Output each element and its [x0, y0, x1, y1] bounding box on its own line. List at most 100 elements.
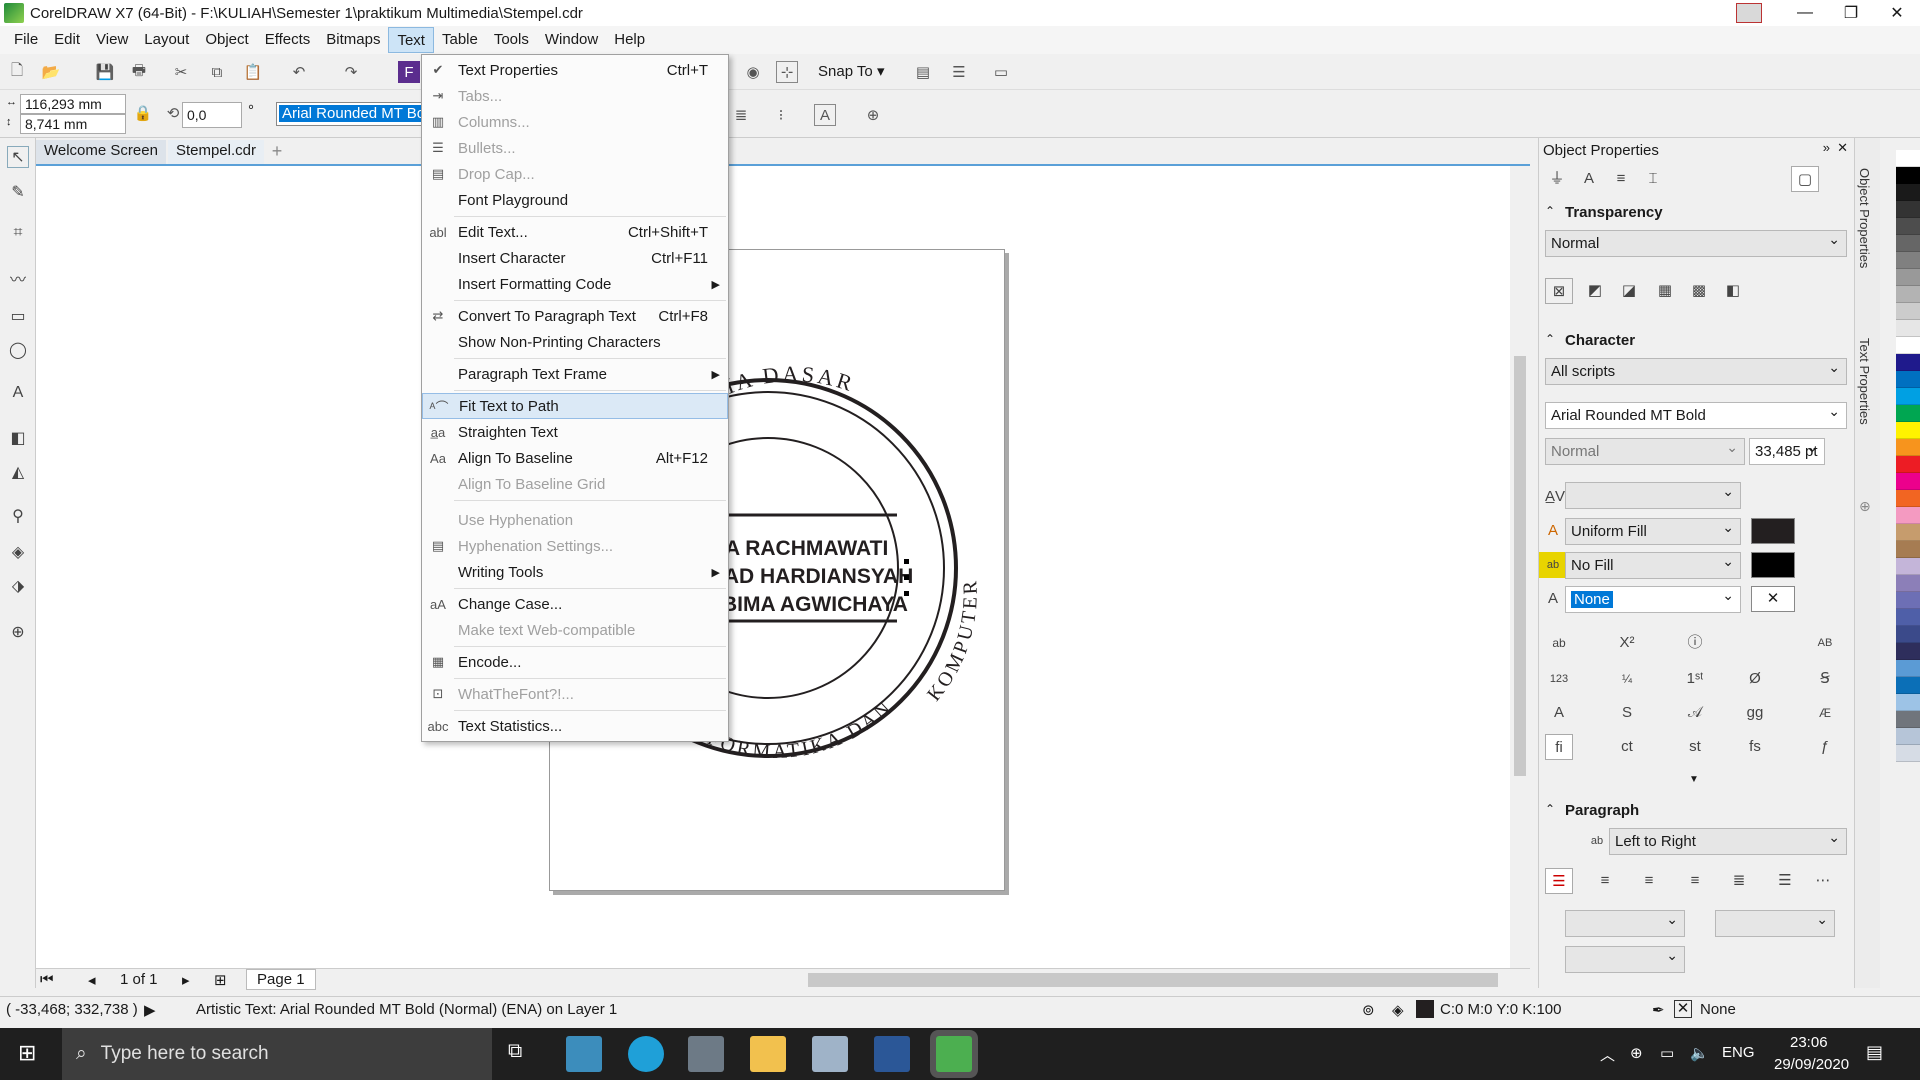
- script-font-icon[interactable]: 𝒜: [1681, 700, 1709, 726]
- battery-icon[interactable]: ▭: [1660, 1044, 1674, 1062]
- menu-edit[interactable]: Edit: [46, 27, 88, 53]
- align-left-icon[interactable]: ≡: [1591, 868, 1619, 894]
- page-first-icon[interactable]: ⏮: [40, 971, 54, 988]
- palette-swatch[interactable]: [1896, 541, 1920, 558]
- uniform-transparency-icon[interactable]: ◩: [1581, 278, 1609, 304]
- menu-item-use-hyphenation[interactable]: Use Hyphenation: [422, 507, 728, 533]
- palette-swatch[interactable]: [1896, 694, 1920, 711]
- menu-text[interactable]: Text: [388, 27, 434, 53]
- page-next-icon[interactable]: ▸: [182, 971, 190, 989]
- palette-swatch[interactable]: [1896, 575, 1920, 592]
- undo-icon[interactable]: ↶: [288, 61, 310, 83]
- force-justify-icon[interactable]: ☰: [1771, 868, 1799, 894]
- palette-swatch[interactable]: [1896, 405, 1920, 422]
- menu-item-tabs[interactable]: ⇥ Tabs...: [422, 83, 728, 109]
- menu-effects[interactable]: Effects: [257, 27, 319, 53]
- settings-icon[interactable]: ☰: [948, 61, 970, 83]
- clock-date[interactable]: 29/09/2020: [1774, 1056, 1849, 1073]
- snap-grid-icon[interactable]: ⊹: [776, 61, 798, 83]
- pattern-transparency-icon[interactable]: ▦: [1651, 278, 1679, 304]
- palette-swatch[interactable]: [1896, 677, 1920, 694]
- paste-icon[interactable]: 📋: [242, 61, 264, 83]
- palette-swatch[interactable]: [1896, 609, 1920, 626]
- open-folder-icon[interactable]: 📂: [40, 61, 62, 83]
- character-tab-icon[interactable]: A: [1575, 166, 1603, 192]
- ligature-st-icon[interactable]: st: [1681, 734, 1709, 760]
- collapse-transparency-icon[interactable]: ⌃: [1545, 204, 1555, 218]
- palette-swatch[interactable]: [1896, 252, 1920, 269]
- palette-swatch[interactable]: [1896, 201, 1920, 218]
- fill-tool-icon[interactable]: ◈: [7, 542, 29, 564]
- add-icon[interactable]: ⊕: [862, 104, 884, 126]
- palette-swatch[interactable]: [1896, 507, 1920, 524]
- add-page-icon[interactable]: ⊞: [214, 971, 227, 989]
- word-icon[interactable]: [874, 1036, 910, 1072]
- palette-swatch[interactable]: [1896, 439, 1920, 456]
- menu-item-straighten-text[interactable]: a̲a Straighten Text: [422, 419, 728, 445]
- shadow-tool-icon[interactable]: ◧: [7, 428, 29, 450]
- transparency-tab-icon[interactable]: ▢: [1791, 166, 1819, 192]
- menu-item-fit-text-to-path[interactable]: ᴬ⌒ Fit Text to Path: [422, 393, 728, 419]
- swash-icon[interactable]: Ꞩ: [1811, 666, 1839, 692]
- first-line-indent-field[interactable]: [1565, 943, 1685, 973]
- number-style-icon[interactable]: 123: [1545, 666, 1573, 692]
- menu-item-writing-tools[interactable]: Writing Tools ▶: [422, 559, 728, 585]
- texture-transparency-icon[interactable]: ◧: [1719, 278, 1747, 304]
- strikethrough-icon[interactable]: AB: [1811, 630, 1839, 656]
- align-center-icon[interactable]: ≡: [1635, 868, 1663, 894]
- drawing-canvas[interactable]: MEDIA DASAR KOMPUTER INFORMATIKA DAN A R…: [36, 164, 1530, 978]
- palette-swatch[interactable]: [1896, 371, 1920, 388]
- language-indicator[interactable]: ENG: [1722, 1044, 1755, 1061]
- taskbar-search-box[interactable]: ⌕ Type here to search: [62, 1028, 492, 1080]
- menu-object[interactable]: Object: [197, 27, 256, 53]
- page-tab-1[interactable]: Page 1: [246, 969, 316, 990]
- font-style-dropdown[interactable]: Normal: [1545, 435, 1745, 465]
- color-proof-icon[interactable]: ⊚: [1362, 1001, 1375, 1019]
- underline-icon[interactable]: ab: [1545, 630, 1573, 656]
- expand-more-icon[interactable]: ▼: [1689, 774, 1699, 785]
- menu-bitmaps[interactable]: Bitmaps: [318, 27, 388, 53]
- view-mode-icon[interactable]: ◉: [742, 61, 764, 83]
- right-indent-field[interactable]: [1715, 907, 1835, 937]
- menu-window[interactable]: Window: [537, 27, 606, 53]
- stylistic-set-icon[interactable]: S: [1613, 700, 1641, 726]
- user-icon[interactable]: [1736, 3, 1762, 23]
- font-dropdown[interactable]: Arial Rounded MT Bold: [1545, 399, 1847, 429]
- text-tool-icon[interactable]: A: [7, 384, 29, 406]
- pick-tool-icon[interactable]: ↖: [7, 146, 29, 168]
- crop-tool-icon[interactable]: ⌗: [7, 224, 29, 246]
- ordinal-icon[interactable]: 1ˢᵗ: [1681, 666, 1709, 692]
- menu-item-text-properties[interactable]: ✔ Text Properties Ctrl+T: [422, 57, 728, 83]
- shape-tool-icon[interactable]: ✎: [7, 182, 29, 204]
- rotation-angle-field[interactable]: 0,0: [182, 102, 242, 128]
- side-tab-text-properties[interactable]: Text Properties: [1857, 338, 1872, 425]
- kerning-field[interactable]: [1565, 479, 1741, 509]
- palette-swatch[interactable]: [1896, 626, 1920, 643]
- freehand-tool-icon[interactable]: 〰: [7, 266, 29, 289]
- print-icon[interactable]: 🖶: [128, 61, 150, 83]
- palette-swatch[interactable]: [1896, 643, 1920, 660]
- ligature-ct-icon[interactable]: ct: [1613, 734, 1641, 760]
- corel-connect-icon[interactable]: F: [398, 61, 420, 83]
- task-view-icon[interactable]: ⧉: [508, 1040, 522, 1063]
- snap-to-dropdown[interactable]: Snap To ▾: [818, 62, 884, 80]
- menu-table[interactable]: Table: [434, 27, 486, 53]
- background-fill-dropdown[interactable]: No Fill: [1565, 549, 1741, 579]
- tab-stempel[interactable]: Stempel.cdr: [167, 140, 264, 164]
- palette-swatch[interactable]: [1896, 473, 1920, 490]
- notifications-icon[interactable]: ▤: [1866, 1042, 1883, 1063]
- menu-item-show-non-printing[interactable]: Show Non-Printing Characters: [422, 329, 728, 355]
- tray-arrow-icon[interactable]: ︿: [1600, 1044, 1615, 1065]
- menu-item-bullets[interactable]: ☰ Bullets...: [422, 135, 728, 161]
- slashed-zero-icon[interactable]: Ø: [1741, 666, 1769, 692]
- alternate-glyph-icon[interactable]: gg: [1741, 700, 1769, 726]
- edit-text-icon[interactable]: A: [814, 104, 836, 126]
- info-icon[interactable]: ⓘ: [1681, 630, 1709, 656]
- network-icon[interactable]: ⊕: [1630, 1044, 1643, 1062]
- menu-item-columns[interactable]: ▥ Columns...: [422, 109, 728, 135]
- palette-swatch[interactable]: [1896, 354, 1920, 371]
- palette-swatch[interactable]: [1896, 218, 1920, 235]
- ligature-f-icon[interactable]: ƒ: [1811, 734, 1839, 760]
- palette-swatch[interactable]: [1896, 150, 1920, 167]
- more-options-icon[interactable]: ⋯: [1809, 868, 1837, 894]
